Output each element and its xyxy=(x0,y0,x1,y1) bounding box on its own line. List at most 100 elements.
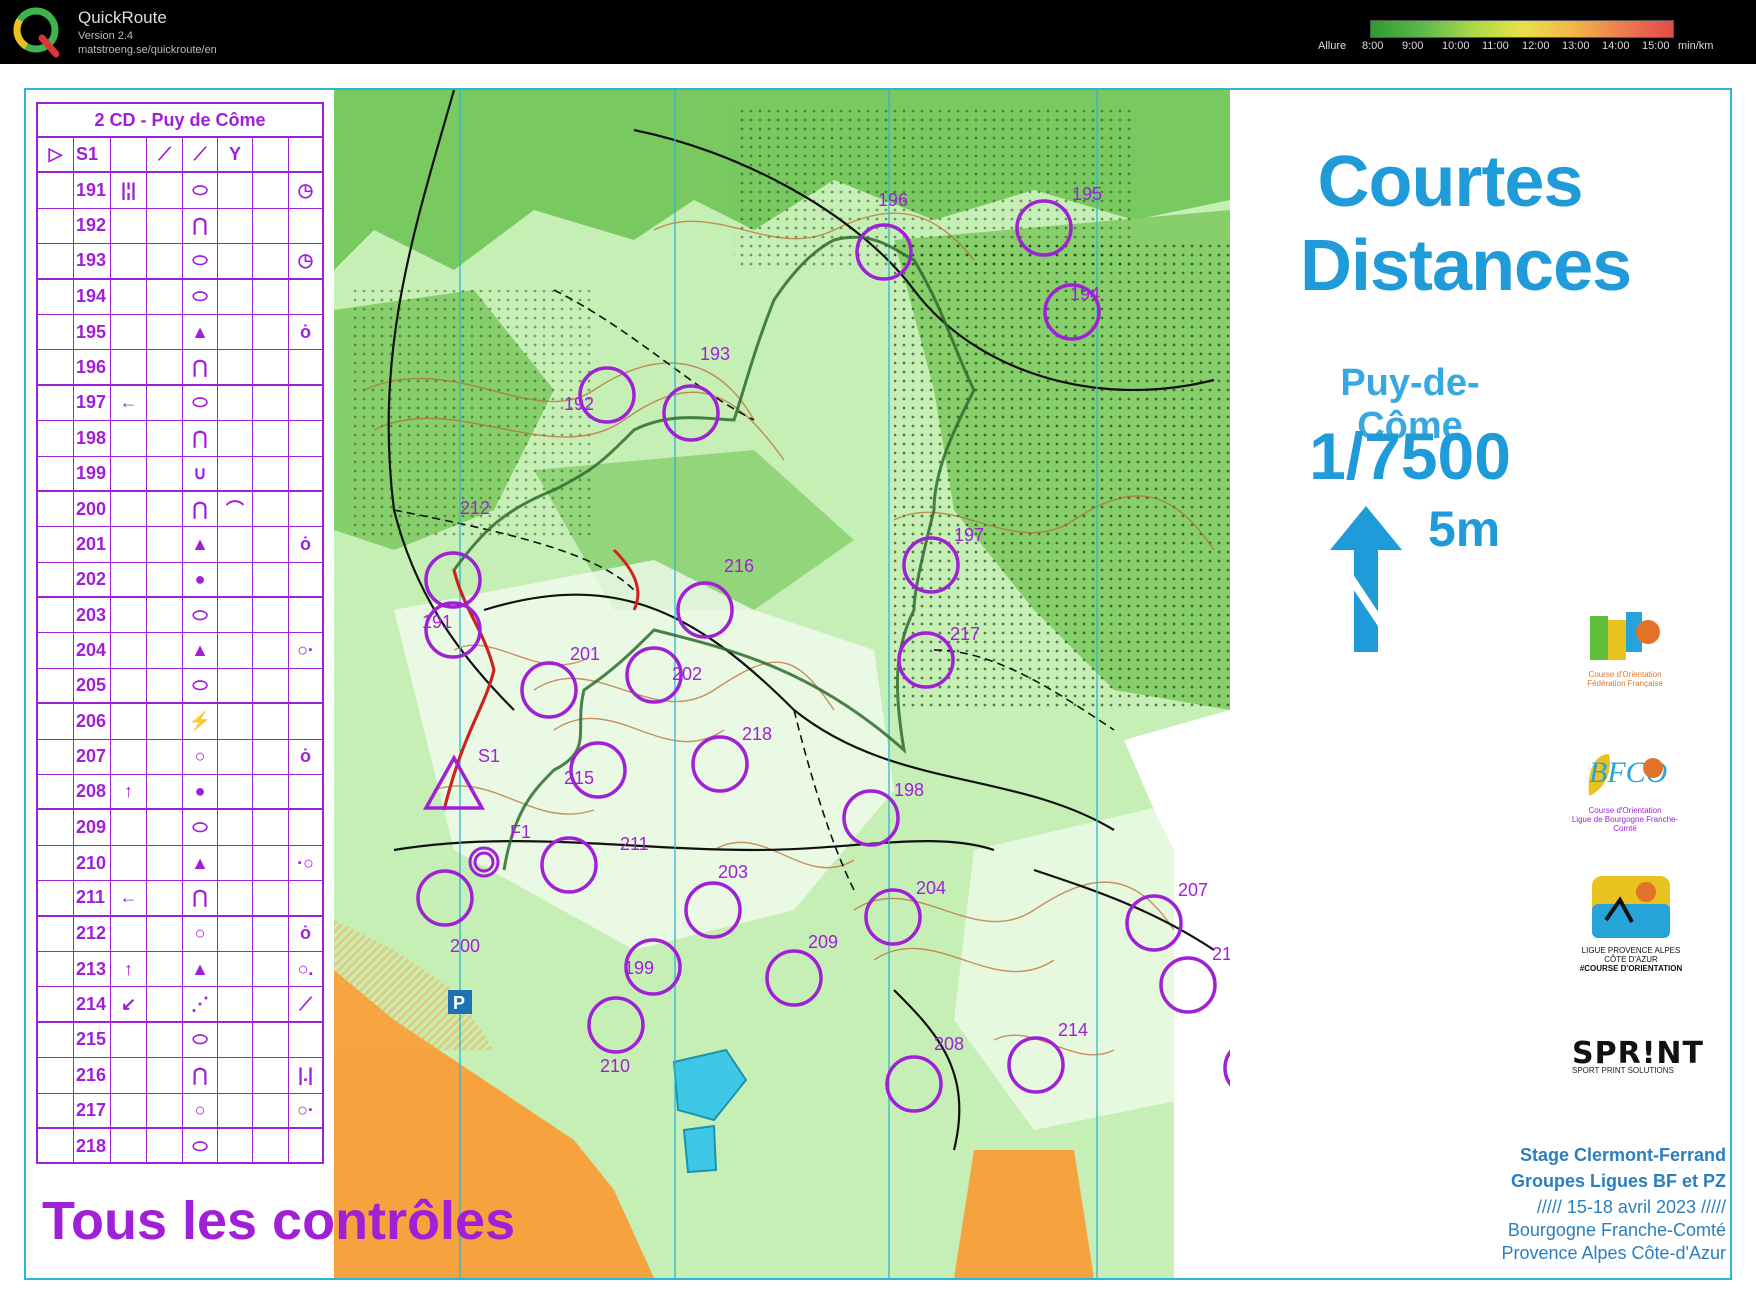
cd-symbol-c5 xyxy=(218,279,253,314)
map-open-land xyxy=(954,1150,1094,1278)
cd-symbol-c5 xyxy=(218,845,253,881)
pace-gradient-bar xyxy=(1370,20,1674,38)
cd-symbol-c2: ← xyxy=(111,881,147,915)
cd-row-number xyxy=(38,456,74,490)
cd-row-number xyxy=(38,704,74,739)
control-label: 212 xyxy=(460,498,490,518)
sprint-logo-caption: SPORT PRINT SOLUTIONS xyxy=(1572,1066,1674,1075)
app-url[interactable]: matstroeng.se/quickroute/en xyxy=(78,44,217,56)
cd-row-number xyxy=(38,1093,74,1127)
start-triangle-icon: ▷ xyxy=(38,138,74,172)
cd-control-code: 205 xyxy=(74,668,111,703)
cd-row-number xyxy=(38,951,74,987)
cd-symbol-c6 xyxy=(253,173,289,208)
cd-row: 209 ⬭ xyxy=(38,810,322,846)
bfco-caption2: Ligue de Bourgogne Franche-Comté xyxy=(1571,815,1679,833)
cd-control-code: 196 xyxy=(74,350,111,384)
cd-symbol-c2 xyxy=(111,314,147,350)
cd-row-number xyxy=(38,350,74,384)
cd-symbol-c6 xyxy=(253,527,289,562)
cd-row: 198 ⋂ xyxy=(38,421,322,457)
cd-control-code: 199 xyxy=(74,456,111,490)
bfco-logo-icon: BFCO xyxy=(1588,754,1667,796)
cd-symbol-c7 xyxy=(289,704,322,738)
cd-symbol-c7: ○· xyxy=(297,1099,314,1120)
cd-symbol-c3 xyxy=(147,810,183,845)
path-symbol-icon: ⟋ xyxy=(183,138,218,172)
cd-row-number xyxy=(38,1022,74,1058)
cd-symbol-c3 xyxy=(147,527,183,562)
cd-symbol-c5 xyxy=(218,704,253,739)
cd-symbol-c3 xyxy=(147,775,183,809)
cd-symbol-c3 xyxy=(147,421,183,456)
north-arrow-icon xyxy=(1330,506,1402,652)
cd-control-code: 211 xyxy=(74,881,111,915)
cd-symbol-c7 xyxy=(289,775,322,808)
pace-tick: 10:00 xyxy=(1442,40,1470,52)
cd-symbol-c3 xyxy=(147,1128,183,1164)
cd-symbol-c2 xyxy=(111,1093,147,1127)
cd-symbol-c4: ∪ xyxy=(183,456,218,490)
stage-details: ///// 15-18 avril 2023 ///// Bourgogne F… xyxy=(1440,1196,1726,1265)
cd-symbol-c2 xyxy=(111,421,147,456)
cd-symbol-c4: ▲ xyxy=(183,633,218,668)
cd-symbol-c4: ▲ xyxy=(183,527,218,562)
cd-symbol-c3 xyxy=(147,916,183,951)
map-title: Courtes Distances xyxy=(1300,140,1632,308)
cd-symbol-c7: ȯ xyxy=(300,746,311,767)
cd-control-code: 206 xyxy=(74,704,111,739)
cd-row: 216 ⋂ |.| xyxy=(38,1058,322,1094)
cd-symbol-c6 xyxy=(253,421,289,456)
cd-symbol-c5 xyxy=(218,739,253,775)
cd-row: 203 ⬭ xyxy=(38,598,322,634)
cd-symbol-c7: ◷ xyxy=(297,180,314,201)
cd-control-code: 208 xyxy=(74,775,111,809)
cd-symbol-c4: ● xyxy=(183,775,218,809)
stage-heading: Stage Clermont-Ferrand Groupes Ligues BF… xyxy=(1440,1142,1726,1194)
cd-symbol-c3 xyxy=(147,845,183,881)
cd-symbol-c2: ↑ xyxy=(111,951,147,987)
cd-row-number xyxy=(38,845,74,881)
cd-row: 211 ← ⋂ xyxy=(38,881,322,917)
cd-symbol-c2 xyxy=(111,456,147,490)
cd-symbol-c2 xyxy=(111,1128,147,1164)
control-label: 209 xyxy=(808,932,838,952)
control-label: 194 xyxy=(1070,284,1100,304)
stage-line4: Bourgogne Franche-Comté xyxy=(1507,1220,1726,1240)
cd-row: 194 ⬭ xyxy=(38,279,322,315)
cd-symbol-c4: ⬭ xyxy=(183,1022,218,1058)
cd-row: 196 ⋂ xyxy=(38,350,322,386)
cd-control-code: 202 xyxy=(74,562,111,597)
cd-control-code: 191 xyxy=(74,173,111,208)
cd-row-number xyxy=(38,668,74,703)
cd-symbol-c7 xyxy=(289,563,322,596)
cd-symbol-c4: ○ xyxy=(183,1093,218,1127)
control-label: 191 xyxy=(422,612,452,632)
cd-symbol-c7 xyxy=(289,1023,322,1057)
cd-symbol-c3 xyxy=(147,350,183,384)
cd-row: 212 ○ ȯ xyxy=(38,916,322,952)
cd-symbol-c5 xyxy=(218,421,253,456)
cd-control-code: 192 xyxy=(74,208,111,244)
control-label: 213 xyxy=(1212,944,1230,964)
cd-symbol-c3 xyxy=(147,739,183,775)
map-lake xyxy=(682,1124,718,1174)
cd-symbol-c6 xyxy=(253,244,289,278)
cd-row-number xyxy=(38,598,74,633)
cd-symbol-c4: ⋂ xyxy=(183,208,218,244)
cd-symbol-c6 xyxy=(253,881,289,915)
cd-symbol-c3 xyxy=(147,987,183,1021)
quickroute-logo-icon xyxy=(13,7,60,58)
cd-symbol-c5 xyxy=(218,208,253,244)
cd-symbol-c4: ▲ xyxy=(183,845,218,881)
cd-symbol-c5 xyxy=(218,173,253,208)
cd-symbol-c5 xyxy=(218,598,253,633)
orienteering-map[interactable]: 191 192 193 194 195 196 197 198 199 200 … xyxy=(334,90,1230,1278)
map-title-line1: Courtes xyxy=(1317,142,1583,222)
control-label: 217 xyxy=(950,624,980,644)
cd-symbol-c6 xyxy=(253,704,289,739)
cd-symbol-c2 xyxy=(111,350,147,384)
cd-symbol-c6 xyxy=(253,456,289,490)
cd-symbol-c5 xyxy=(218,633,253,668)
cd-symbol-c2 xyxy=(111,491,147,527)
